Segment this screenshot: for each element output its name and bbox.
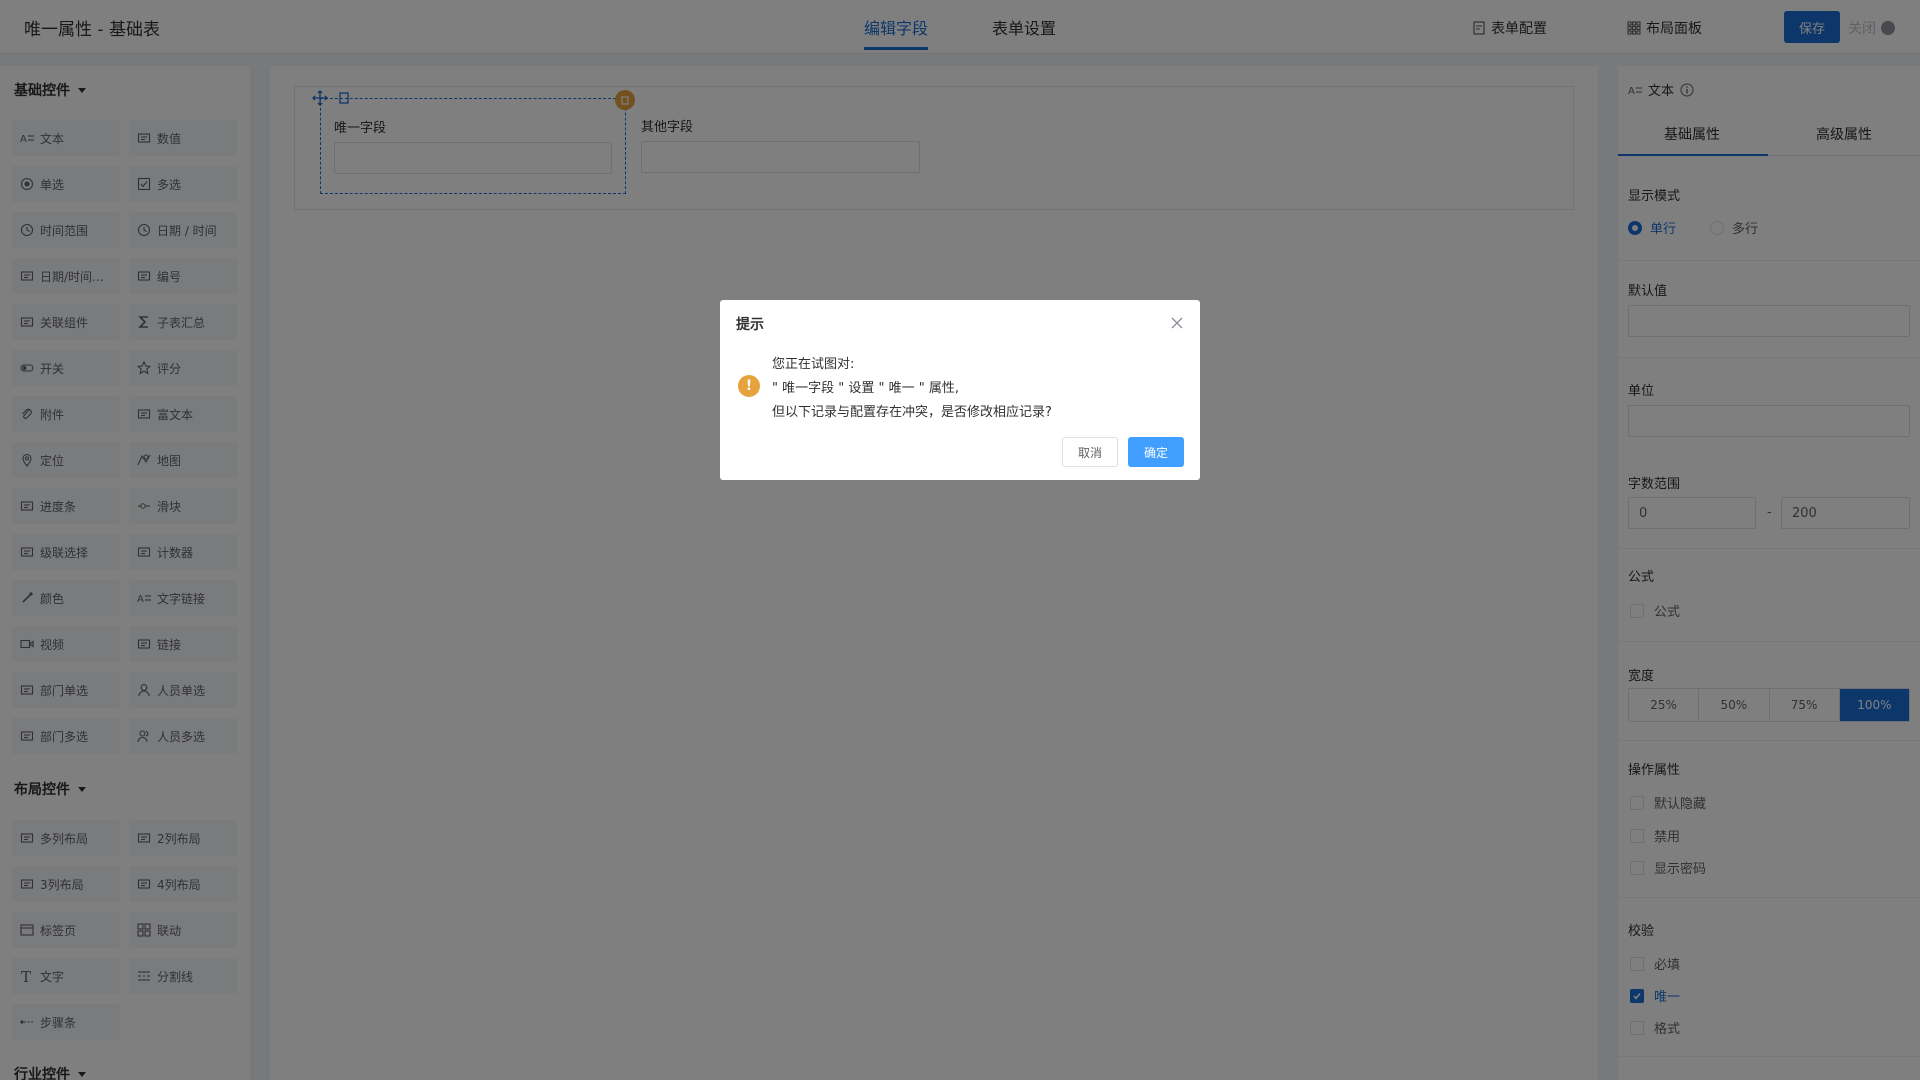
cancel-button[interactable]: 取消 <box>1062 437 1118 467</box>
warning-icon: ! <box>738 375 760 397</box>
confirm-dialog: 提示 ! 您正在试图对: " 唯一字段 " 设置 " 唯一 " 属性, 但以下记… <box>720 300 1200 480</box>
dialog-message-line-3: 但以下记录与配置存在冲突，是否修改相应记录? <box>772 405 1052 420</box>
close-icon[interactable] <box>1170 316 1184 330</box>
dialog-message-line-2: " 唯一字段 " 设置 " 唯一 " 属性, <box>772 381 959 396</box>
dialog-message-line-1: 您正在试图对: <box>772 357 855 372</box>
dialog-title: 提示 <box>736 317 764 333</box>
confirm-button[interactable]: 确定 <box>1128 437 1184 467</box>
modal-overlay[interactable] <box>0 0 1920 1080</box>
